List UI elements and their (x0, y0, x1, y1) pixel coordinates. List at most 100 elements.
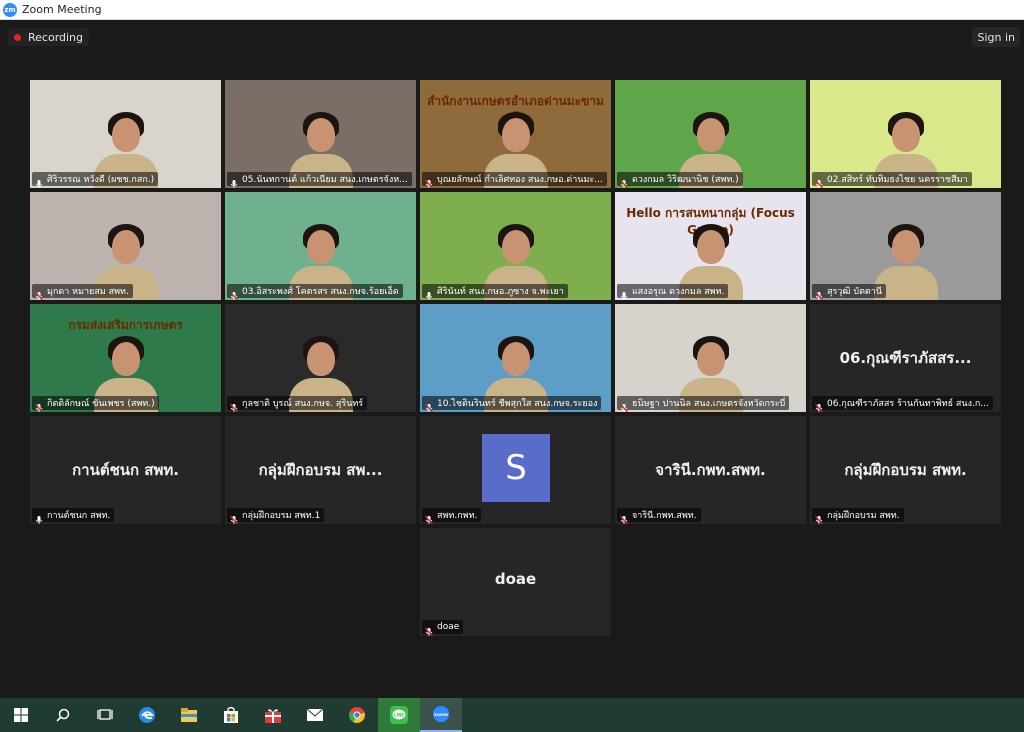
window-titlebar: zm Zoom Meeting (0, 0, 1024, 20)
participant-name: บุณยลักษณ์ กำเลิศทอง สนง.กษอ.ด่านมะ... (437, 175, 603, 185)
participant-tile[interactable]: จารินี.กพท.สพท. จารินี.กพท.สพท. (615, 416, 806, 524)
participant-name: แสงอรุณ ดวงกมล สพท. (632, 287, 725, 297)
file-explorer-icon (180, 706, 198, 724)
chrome-icon (348, 706, 366, 724)
participant-nametag: แสงอรุณ ดวงกมล สพท. (617, 284, 729, 300)
participant-nametag: 05.นันทกานต์ แก้วเนียม สนง.เกษตรจังห... (227, 172, 412, 188)
participant-nametag: จารินี.กพท.สพท. (617, 508, 701, 524)
participant-tile[interactable]: สุรวุฒิ บัตตานี (810, 192, 1001, 300)
window-title: Zoom Meeting (22, 3, 102, 16)
taskbar-item-task-view[interactable] (84, 698, 126, 732)
recording-label: Recording (28, 30, 84, 44)
windows-taskbar: LINE zoom (0, 698, 1024, 732)
mic-muted-icon (424, 622, 434, 636)
participant-tile[interactable]: 02.สสิทร์ ทับทิมธงไชย นครราชสีมา (810, 80, 1001, 188)
gift-icon (264, 706, 282, 724)
participant-tile[interactable]: Hello การสนทนากลุ่ม (Focus Group) แสงอรุณ… (615, 192, 806, 300)
participant-display-name: กลุ่มฝึกอบรม สพ... (258, 461, 383, 479)
search-icon (54, 706, 72, 724)
edge-browser-icon (138, 706, 156, 724)
participant-tile[interactable]: 05.นันทกานต์ แก้วเนียม สนง.เกษตรจังห... (225, 80, 416, 188)
participant-name: กิตติลักษณ์ ขันเพชร (สพท.) (47, 399, 155, 409)
zoom-app-icon: zoom (432, 705, 450, 723)
store-icon (222, 706, 240, 724)
participant-tile[interactable]: 06.กุณฑีราภัสสร... 06.กุณฑีราภัสสร ร้านกั… (810, 304, 1001, 412)
taskbar-item-line-app[interactable]: LINE (378, 698, 420, 732)
participant-tile[interactable]: มุกดา หมายสม สพท. (30, 192, 221, 300)
sign-in-button[interactable]: Sign in (972, 27, 1020, 47)
participant-name: ศิริวรรณ หวังดี (ผชช.กสก.) (47, 175, 155, 185)
participant-name: จารินี.กพท.สพท. (632, 511, 697, 521)
zoom-logo-icon: zm (3, 2, 17, 17)
participant-nametag: กลุ่มฝึกอบรม สพท.1 (227, 508, 325, 524)
participant-name: กลุ่มฝึกอบรม สพท. (827, 511, 900, 521)
virtual-background-banner: กรมส่งเสริมการเกษตร (68, 318, 183, 332)
participant-display-name: กลุ่มฝึกอบรม สพท. (844, 461, 967, 479)
participant-tile[interactable]: กุลชาติ บูรณ์ สนง.กษจ. สุรินทร์ (225, 304, 416, 412)
taskbar-item-edge-browser[interactable] (126, 698, 168, 732)
participant-name: 06.กุณฑีราภัสสร ร้านกันทาพิทธ์ สนง.ก... (827, 399, 989, 409)
meeting-topbar: Recording Sign in (0, 20, 1024, 52)
taskbar-item-windows-start[interactable] (0, 698, 42, 732)
participant-tile[interactable]: กลุ่มฝึกอบรม สพท. กลุ่มฝึกอบรม สพท. (810, 416, 1001, 524)
participant-nametag: doae (422, 620, 464, 636)
participant-nametag: 10.ไชตินรินทร์ ชีพสุกใส สนง.กษจ.ระยอง (422, 396, 602, 412)
participant-tile[interactable]: doae doae (420, 528, 611, 636)
taskbar-item-zoom-app[interactable]: zoom (420, 698, 462, 732)
participant-display-name: doae (494, 570, 537, 588)
participant-nametag: 02.สสิทร์ ทับทิมธงไชย นครราชสีมา (812, 172, 972, 188)
participant-name: กุลชาติ บูรณ์ สนง.กษจ. สุรินทร์ (242, 399, 364, 409)
participant-name: สพท.กพท. (437, 511, 478, 521)
mic-muted-icon (34, 398, 44, 412)
participant-tile[interactable]: ศิรินันท์ สนง.กษอ.ภูซาง จ.พะเยา (420, 192, 611, 300)
participant-tile[interactable]: กานต์ชนก สพท. กานต์ชนก สพท. (30, 416, 221, 524)
participant-nametag: ดวงกมล วิริฒนานิช (สพท.) (617, 172, 743, 188)
participant-name: 02.สสิทร์ ทับทิมธงไชย นครราชสีมา (827, 175, 968, 185)
participant-nametag: มุกดา หมายสม สพท. (32, 284, 133, 300)
participant-name: 10.ไชตินรินทร์ ชีพสุกใส สนง.กษจ.ระยอง (437, 399, 598, 409)
recording-indicator[interactable]: Recording (8, 28, 90, 46)
participant-tile[interactable]: กรมส่งเสริมการเกษตรกิตติลักษณ์ ขันเพชร (… (30, 304, 221, 412)
mic-muted-icon (814, 510, 824, 524)
participant-tile[interactable]: ศิริวรรณ หวังดี (ผชช.กสก.) (30, 80, 221, 188)
participant-name: ดวงกมล วิริฒนานิช (สพท.) (632, 175, 739, 185)
participant-name: ธนิษฐา ปานนิล สนง.เกษตรจังหวัดกระบี่ (632, 399, 786, 409)
mic-icon (34, 174, 44, 188)
participant-tile[interactable]: ธนิษฐา ปานนิล สนง.เกษตรจังหวัดกระบี่ (615, 304, 806, 412)
mic-icon (34, 510, 44, 524)
taskbar-item-gift[interactable] (252, 698, 294, 732)
mail-icon (306, 706, 324, 724)
taskbar-item-mail[interactable] (294, 698, 336, 732)
participant-tile[interactable]: สำนักงานเกษตรอำเภอด่านมะขามเตี้ยบุณยลักษ… (420, 80, 611, 188)
participant-name: 05.นันทกานต์ แก้วเนียม สนง.เกษตรจังห... (242, 175, 408, 185)
mic-muted-icon (619, 510, 629, 524)
task-view-icon (96, 706, 114, 724)
taskbar-item-search[interactable] (42, 698, 84, 732)
participant-nametag: ธนิษฐา ปานนิล สนง.เกษตรจังหวัดกระบี่ (617, 396, 790, 412)
participant-tile[interactable]: 03.อิสระพงศ์ โคตรสร สนง.กษจ.ร้อยเอ็ด (225, 192, 416, 300)
participant-nametag: 06.กุณฑีราภัสสร ร้านกันทาพิทธ์ สนง.ก... (812, 396, 993, 412)
taskbar-item-chrome[interactable] (336, 698, 378, 732)
participant-name: มุกดา หมายสม สพท. (47, 287, 129, 297)
virtual-background-banner: Hello การสนทนากลุ่ม (Focus Group) (626, 206, 795, 237)
participant-nametag: บุณยลักษณ์ กำเลิศทอง สนง.กษอ.ด่านมะ... (422, 172, 607, 188)
svg-text:LINE: LINE (394, 713, 404, 718)
participant-tile[interactable]: กลุ่มฝึกอบรม สพ... กลุ่มฝึกอบรม สพท.1 (225, 416, 416, 524)
participant-nametag: กุลชาติ บูรณ์ สนง.กษจ. สุรินทร์ (227, 396, 368, 412)
participant-display-name: กานต์ชนก สพท. (72, 461, 179, 479)
participant-nametag: กิตติลักษณ์ ขันเพชร (สพท.) (32, 396, 159, 412)
mic-muted-icon (814, 286, 824, 300)
mic-muted-icon (229, 398, 239, 412)
participant-nametag: ศิรินันท์ สนง.กษอ.ภูซาง จ.พะเยา (422, 284, 568, 300)
participant-tile[interactable]: 10.ไชตินรินทร์ ชีพสุกใส สนง.กษจ.ระยอง (420, 304, 611, 412)
participant-tile[interactable]: ดวงกมล วิริฒนานิช (สพท.) (615, 80, 806, 188)
mic-muted-icon (814, 398, 824, 412)
taskbar-item-file-explorer[interactable] (168, 698, 210, 732)
mic-icon (619, 286, 629, 300)
participant-tile[interactable]: S สพท.กพท. (420, 416, 611, 524)
participant-nametag: สุรวุฒิ บัตตานี (812, 284, 886, 300)
participant-nametag: สพท.กพท. (422, 508, 482, 524)
mic-icon (424, 286, 434, 300)
participant-name: สุรวุฒิ บัตตานี (827, 287, 882, 297)
taskbar-item-store[interactable] (210, 698, 252, 732)
